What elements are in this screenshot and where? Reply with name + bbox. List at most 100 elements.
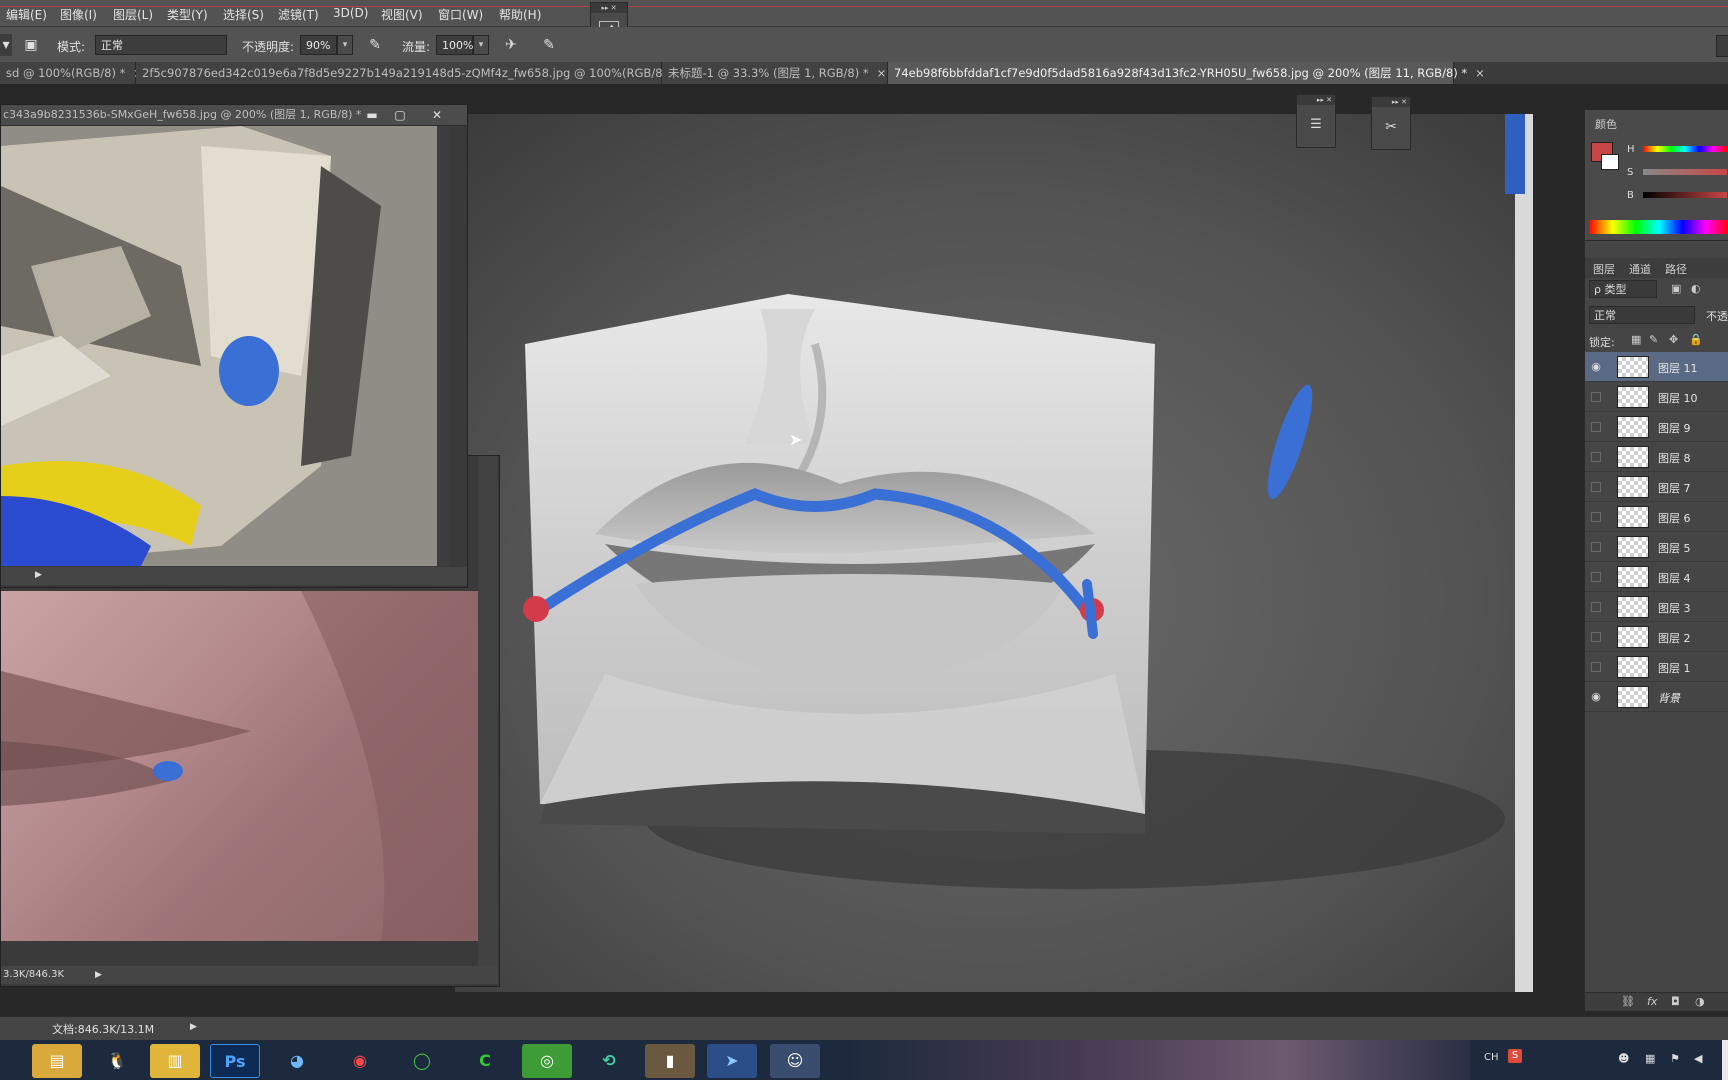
scissors-icon[interactable]: ✂ — [1380, 117, 1402, 137]
status-arrow-icon[interactable]: ▶ — [95, 966, 102, 984]
adjustment-filter-icon[interactable]: ◐ — [1691, 282, 1701, 295]
tray-user-icon[interactable]: ☻ — [1618, 1052, 1629, 1065]
menu-select[interactable]: 选择(S) — [223, 6, 264, 23]
layer-row[interactable]: 图层 4 — [1585, 562, 1728, 592]
menu-filter[interactable]: 滤镜(T) — [278, 6, 319, 23]
tab-untitled-1[interactable]: 未标题-1 @ 33.3% (图层 1, RGB/8) * × — [662, 62, 888, 84]
layer-row[interactable]: ◉ 图层 11 — [1585, 352, 1728, 382]
layer-row[interactable]: 图层 9 — [1585, 412, 1728, 442]
tab-layers[interactable]: 图层 — [1587, 258, 1621, 280]
layer-row[interactable]: 图层 2 — [1585, 622, 1728, 652]
properties-mini-panel[interactable]: ▸▸ ✕ ☰ — [1296, 94, 1336, 148]
tab-sd[interactable]: sd @ 100%(RGB/8) *× — [0, 62, 143, 84]
iqiyi-icon[interactable]: ◯ — [397, 1044, 447, 1078]
minimize-icon[interactable]: ▬ — [361, 105, 383, 125]
menu-help[interactable]: 帮助(H) — [499, 6, 541, 23]
netease-music-icon[interactable]: ◉ — [335, 1044, 385, 1078]
qq-icon[interactable]: 🐧 — [92, 1044, 142, 1078]
brush-panel-icon[interactable]: ▣ — [20, 34, 42, 56]
color-panel-title[interactable]: 颜色 — [1589, 113, 1623, 135]
saturation-slider[interactable] — [1643, 169, 1727, 175]
visibility-toggle[interactable] — [1591, 422, 1601, 432]
visibility-toggle[interactable] — [1591, 392, 1601, 402]
status-arrow-icon[interactable]: ▶ — [35, 570, 42, 580]
file-explorer-icon[interactable]: ▤ — [32, 1044, 82, 1078]
flow-input[interactable]: 100% — [436, 35, 473, 55]
visibility-toggle[interactable] — [1591, 632, 1601, 642]
tool-preset-arrow-icon[interactable]: ▾ — [0, 34, 12, 56]
layer-row[interactable]: 图层 10 — [1585, 382, 1728, 412]
flow-dropdown-icon[interactable]: ▾ — [473, 35, 489, 55]
browser-icon[interactable]: ◕ — [272, 1044, 322, 1078]
close-icon[interactable]: ✕ — [426, 105, 448, 125]
show-desktop-button[interactable] — [1722, 1040, 1728, 1080]
mask-icon[interactable]: ◘ — [1671, 995, 1680, 1008]
eye-icon[interactable]: ◉ — [1589, 690, 1603, 704]
layer-row[interactable]: 图层 7 — [1585, 472, 1728, 502]
collapse-icon[interactable]: ▸▸ ✕ — [1297, 95, 1335, 105]
qq-panda-icon[interactable]: ☺ — [770, 1044, 820, 1078]
menu-window[interactable]: 窗口(W) — [438, 6, 483, 23]
tools-mini-panel[interactable]: ▸▸ ✕ ✂ — [1371, 96, 1411, 150]
vertical-scrollbar[interactable] — [478, 456, 498, 966]
hue-slider[interactable] — [1643, 146, 1727, 152]
notepad-icon[interactable]: ▥ — [150, 1044, 200, 1078]
visibility-toggle[interactable] — [1591, 482, 1601, 492]
lock-brush-icon[interactable]: ✎ — [1649, 333, 1658, 346]
brightness-slider[interactable] — [1643, 192, 1727, 198]
visibility-toggle[interactable] — [1591, 572, 1601, 582]
tab-2f5c[interactable]: 2f5c907876ed342c019e6a7f8d5e9227b149a219… — [136, 62, 694, 84]
floating-document-window-1[interactable]: c343a9b8231536b-SMxGeH_fw658.jpg @ 200% … — [0, 104, 468, 588]
background-color-swatch[interactable] — [1601, 154, 1619, 170]
layer-filter-select[interactable]: ρ 类型 — [1589, 280, 1657, 298]
language-indicator[interactable]: CH — [1484, 1052, 1499, 1063]
close-icon[interactable]: × — [1475, 66, 1485, 80]
opacity-input[interactable]: 90% — [300, 35, 337, 55]
close-icon[interactable]: × — [877, 66, 887, 80]
layer-row[interactable]: ◉ 背景 — [1585, 682, 1728, 712]
layer-row[interactable]: 图层 6 — [1585, 502, 1728, 532]
menu-image[interactable]: 图像(I) — [60, 6, 97, 23]
layer-row[interactable]: 图层 5 — [1585, 532, 1728, 562]
feishu-icon[interactable]: ➤ — [707, 1044, 757, 1078]
menu-3d[interactable]: 3D(D) — [333, 6, 368, 20]
collapse-icon[interactable]: ▸▸ ✕ — [591, 3, 627, 13]
window-title-bar[interactable]: c343a9b8231536b-SMxGeH_fw658.jpg @ 200% … — [1, 105, 467, 126]
photoshop-icon[interactable]: Ps — [210, 1044, 260, 1078]
layer-row[interactable]: 图层 8 — [1585, 442, 1728, 472]
lock-all-icon[interactable]: 🔒 — [1689, 333, 1703, 346]
collapse-icon[interactable]: ▸▸ ✕ — [1372, 97, 1410, 107]
fx-icon[interactable]: fx — [1647, 995, 1657, 1008]
menu-type[interactable]: 类型(Y) — [167, 6, 208, 23]
eye-icon[interactable]: ◉ — [1589, 360, 1603, 374]
sliders-icon[interactable]: ☰ — [1305, 115, 1327, 135]
menu-view[interactable]: 视图(V) — [381, 6, 423, 23]
layer-row[interactable]: 图层 3 — [1585, 592, 1728, 622]
lock-move-icon[interactable]: ✥ — [1669, 333, 1678, 346]
color-spectrum-ramp[interactable] — [1589, 220, 1728, 234]
adjustment-icon[interactable]: ◑ — [1695, 995, 1705, 1008]
visibility-toggle[interactable] — [1591, 452, 1601, 462]
main-canvas[interactable]: ➤ — [455, 114, 1533, 992]
camtasia-icon[interactable]: C — [460, 1044, 510, 1078]
xunlei-icon[interactable]: ⟲ — [584, 1044, 634, 1078]
sogou-ime-icon[interactable]: S — [1508, 1049, 1522, 1063]
airbrush-icon[interactable]: ✈ — [500, 34, 522, 56]
menu-edit[interactable]: 编辑(E) — [6, 6, 47, 23]
visibility-toggle[interactable] — [1591, 662, 1601, 672]
visibility-toggle[interactable] — [1591, 542, 1601, 552]
pressure-opacity-icon[interactable]: ✎ — [364, 34, 386, 56]
visibility-toggle[interactable] — [1591, 512, 1601, 522]
tray-network-icon[interactable]: ▦ — [1645, 1052, 1655, 1065]
lock-transparent-icon[interactable]: ▦ — [1631, 333, 1641, 346]
wechat-icon[interactable]: ◎ — [522, 1044, 572, 1078]
video-thumbnail-icon[interactable]: ▮ — [645, 1044, 695, 1078]
layer-row[interactable]: 图层 1 — [1585, 652, 1728, 682]
tab-74eb[interactable]: 74eb98f6bbfddaf1cf7e9d0f5dad5816a928f43d… — [888, 62, 1485, 84]
tray-flag-icon[interactable]: ⚑ — [1670, 1052, 1680, 1065]
link-icon[interactable]: ⛓ — [1621, 995, 1635, 1008]
pressure-size-icon[interactable]: ✎ — [538, 34, 560, 56]
menu-layer[interactable]: 图层(L) — [113, 6, 153, 23]
status-menu-arrow-icon[interactable]: ▶ — [190, 1022, 197, 1032]
tab-paths[interactable]: 路径 — [1659, 258, 1693, 280]
